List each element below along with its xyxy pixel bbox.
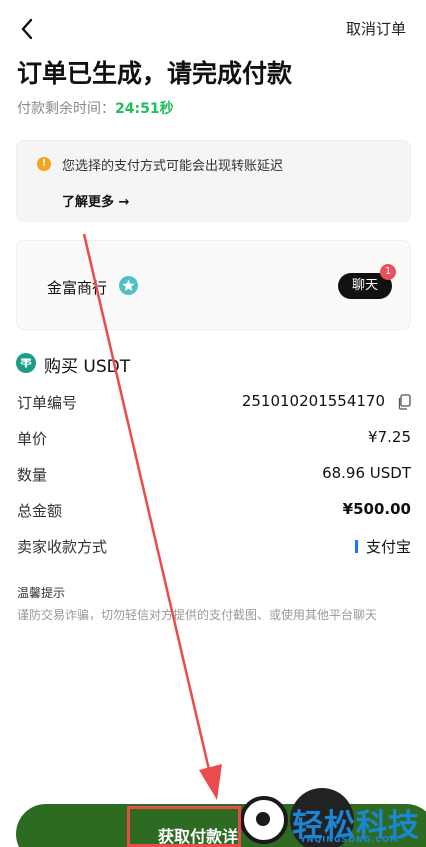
annotation-arrow bbox=[82, 233, 222, 800]
